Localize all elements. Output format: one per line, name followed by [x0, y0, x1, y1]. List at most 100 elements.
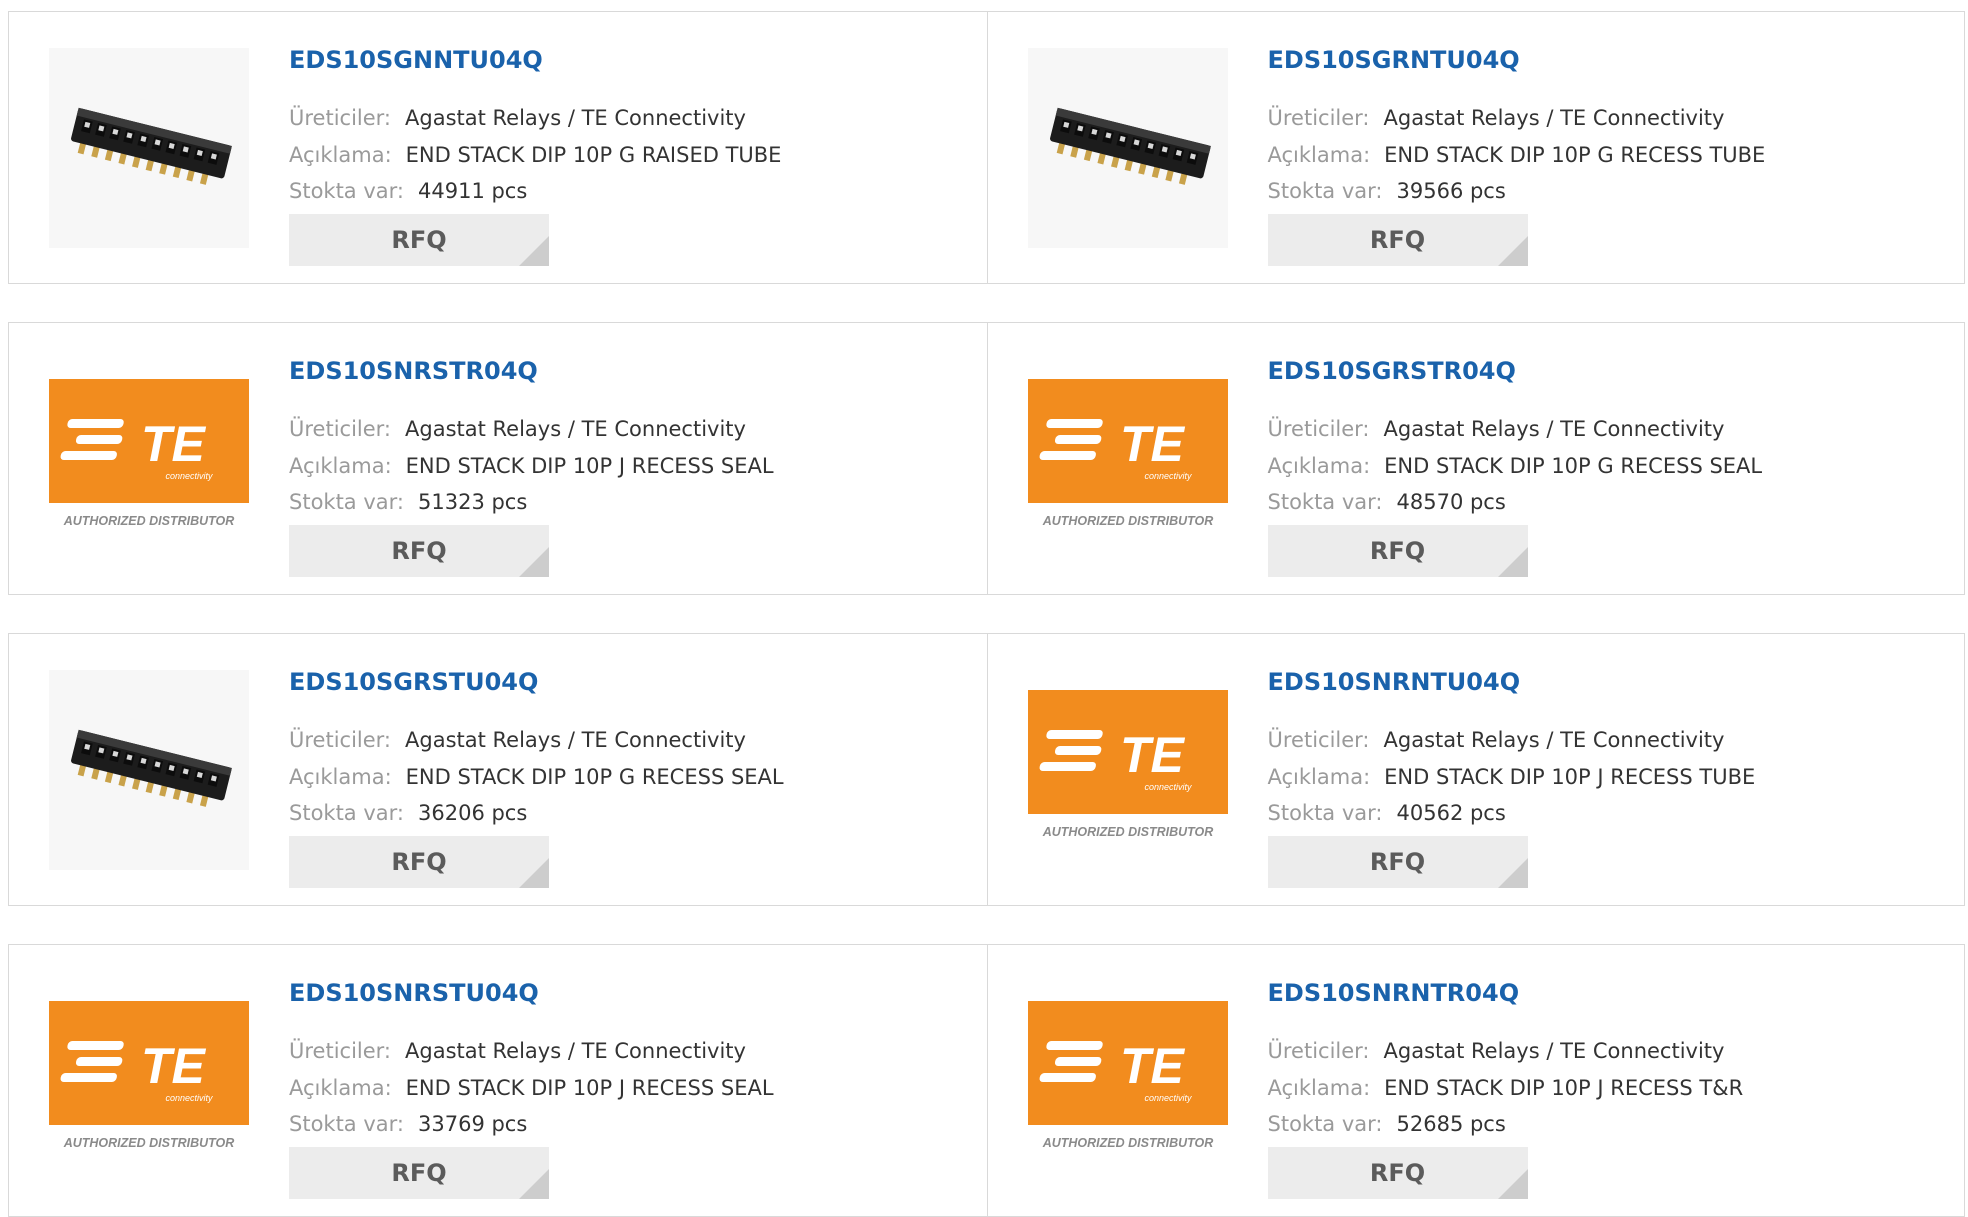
manufacturer-line: Üreticiler: Agastat Relays / TE Connectiv…: [1268, 419, 1725, 440]
stock-value: 36206 pcs: [418, 801, 528, 825]
description-label: Açıklama:: [289, 143, 392, 167]
rfq-corner-decoration: [1497, 858, 1528, 888]
product-card: TE connectivity AUTHORIZED DISTRIBUTOR EDS…: [9, 323, 987, 594]
te-authorized-logo-icon: TEconnectivity AUTHORIZED DISTRIBUTOR: [49, 1001, 249, 1150]
product-card: TE connectivity AUTHORIZED DISTRIBUTOR EDS…: [986, 945, 1965, 1216]
svg-text:TE: TE: [141, 416, 207, 472]
svg-text:TE: TE: [1120, 727, 1186, 783]
rfq-button[interactable]: RFQ: [1267, 1147, 1528, 1199]
description-label: Açıklama:: [1267, 765, 1371, 789]
manufacturer-line: Üreticiler: Agastat Relays / TE Connectiv…: [1268, 108, 1725, 129]
stock-label: Stokta var:: [1267, 1112, 1383, 1136]
rfq-button[interactable]: RFQ: [1267, 836, 1528, 888]
manufacturer-line: Üreticiler: Agastat Relays / TE Connectiv…: [289, 730, 746, 751]
description-label: Açıklama:: [1267, 1076, 1371, 1100]
manufacturer-value: Agastat Relays / TE Connectivity: [1383, 417, 1725, 441]
rfq-corner-decoration: [519, 1169, 549, 1199]
product-title-link[interactable]: EDS10SGRNTU04Q: [1268, 46, 1520, 74]
svg-text:AUTHORIZED DISTRIBUTOR: AUTHORIZED DISTRIBUTOR: [1041, 1136, 1213, 1150]
product-title-link[interactable]: EDS10SNRSTR04Q: [289, 357, 538, 385]
description-line: Açıklama: END STACK DIP 10P J RECESS SEAL: [289, 456, 774, 477]
product-card: TE connectivity AUTHORIZED DISTRIBUTOR EDS…: [986, 323, 1965, 594]
dip-switch-photo-icon: [49, 670, 249, 870]
manufacturer-value: Agastat Relays / TE Connectivity: [405, 728, 746, 752]
manufacturer-value: Agastat Relays / TE Connectivity: [1383, 1039, 1725, 1063]
product-image[interactable]: [1027, 48, 1228, 248]
rfq-button[interactable]: RFQ: [289, 1147, 549, 1199]
product-image[interactable]: TE connectivity AUTHORIZED DISTRIBUTOR: [1027, 670, 1228, 870]
stock-value: 48570 pcs: [1396, 490, 1506, 514]
svg-text:AUTHORIZED DISTRIBUTOR: AUTHORIZED DISTRIBUTOR: [1041, 514, 1213, 528]
description-label: Açıklama:: [1267, 143, 1371, 167]
product-row: TE connectivity AUTHORIZED DISTRIBUTOR EDS…: [8, 322, 1965, 595]
stock-value: 51323 pcs: [418, 490, 528, 514]
manufacturer-value: Agastat Relays / TE Connectivity: [405, 1039, 746, 1063]
rfq-corner-decoration: [1497, 236, 1528, 266]
stock-label: Stokta var:: [289, 801, 404, 825]
description-line: Açıklama: END STACK DIP 10P G RAISED TUBE: [289, 145, 781, 166]
product-card: TE connectivity AUTHORIZED DISTRIBUTOR EDS…: [9, 945, 987, 1216]
description-line: Açıklama: END STACK DIP 10P G RECESS SEAL: [1268, 456, 1763, 477]
rfq-button-label: RFQ: [391, 537, 447, 565]
manufacturer-label: Üreticiler:: [289, 1039, 392, 1063]
product-image[interactable]: [49, 48, 249, 248]
description-line: Açıklama: END STACK DIP 10P J RECESS T&R: [1268, 1078, 1744, 1099]
product-image[interactable]: TE connectivity AUTHORIZED DISTRIBUTOR: [1027, 359, 1228, 559]
product-title-link[interactable]: EDS10SGRSTR04Q: [1268, 357, 1516, 385]
description-label: Açıklama:: [289, 1076, 392, 1100]
rfq-corner-decoration: [519, 236, 549, 266]
manufacturer-line: Üreticiler: Agastat Relays / TE Connectiv…: [289, 419, 746, 440]
svg-text:TE: TE: [1120, 416, 1186, 472]
description-label: Açıklama:: [289, 454, 392, 478]
rfq-button-label: RFQ: [1369, 226, 1426, 254]
manufacturer-label: Üreticiler:: [1267, 417, 1370, 441]
manufacturer-value: Agastat Relays / TE Connectivity: [1383, 106, 1725, 130]
rfq-button[interactable]: RFQ: [289, 836, 549, 888]
stock-label: Stokta var:: [289, 1112, 404, 1136]
product-image[interactable]: TE connectivity AUTHORIZED DISTRIBUTOR: [1027, 981, 1228, 1181]
product-title-link[interactable]: EDS10SNRNTU04Q: [1268, 668, 1521, 696]
product-title-link[interactable]: EDS10SNRNTR04Q: [1268, 979, 1520, 1007]
manufacturer-line: Üreticiler: Agastat Relays / TE Connectiv…: [289, 1041, 746, 1062]
stock-line: Stokta var: 39566 pcs: [1268, 181, 1506, 202]
svg-text:AUTHORIZED DISTRIBUTOR: AUTHORIZED DISTRIBUTOR: [63, 1136, 235, 1150]
product-image[interactable]: [49, 670, 249, 870]
stock-line: Stokta var: 44911 pcs: [289, 181, 527, 202]
product-image[interactable]: TE connectivity AUTHORIZED DISTRIBUTOR: [49, 359, 249, 559]
description-line: Açıklama: END STACK DIP 10P J RECESS SEAL: [289, 1078, 774, 1099]
product-row: TE connectivity AUTHORIZED DISTRIBUTOR EDS…: [8, 944, 1965, 1217]
description-line: Açıklama: END STACK DIP 10P G RECESS TUBE: [1268, 145, 1766, 166]
svg-text:TE: TE: [141, 1038, 207, 1094]
description-value: END STACK DIP 10P J RECESS TUBE: [1384, 765, 1756, 789]
rfq-button[interactable]: RFQ: [289, 525, 549, 577]
description-line: Açıklama: END STACK DIP 10P J RECESS TUBE: [1268, 767, 1756, 788]
description-label: Açıklama:: [289, 765, 392, 789]
stock-value: 33769 pcs: [418, 1112, 528, 1136]
product-row: EDS10SGNNTU04Q Üreticiler: Agastat Relays…: [8, 11, 1965, 284]
svg-text:connectivity: connectivity: [1144, 782, 1192, 792]
product-card: EDS10SGRNTU04Q Üreticiler: Agastat Relays…: [986, 12, 1965, 283]
stock-line: Stokta var: 48570 pcs: [1268, 492, 1506, 513]
stock-value: 44911 pcs: [418, 179, 528, 203]
product-title-link[interactable]: EDS10SNRSTU04Q: [289, 979, 539, 1007]
svg-text:TE: TE: [1120, 1038, 1186, 1094]
stock-line: Stokta var: 36206 pcs: [289, 803, 527, 824]
rfq-button[interactable]: RFQ: [289, 214, 549, 266]
description-value: END STACK DIP 10P G RECESS TUBE: [1384, 143, 1766, 167]
manufacturer-label: Üreticiler:: [1267, 728, 1370, 752]
stock-line: Stokta var: 40562 pcs: [1268, 803, 1506, 824]
stock-line: Stokta var: 33769 pcs: [289, 1114, 527, 1135]
product-image[interactable]: TE connectivity AUTHORIZED DISTRIBUTOR: [49, 981, 249, 1181]
description-value: END STACK DIP 10P G RECESS SEAL: [1384, 454, 1763, 478]
rfq-button[interactable]: RFQ: [1267, 214, 1528, 266]
product-title-link[interactable]: EDS10SGRSTU04Q: [289, 668, 538, 696]
dip-switch-photo-icon: [49, 48, 249, 248]
manufacturer-line: Üreticiler: Agastat Relays / TE Connectiv…: [289, 108, 746, 129]
stock-line: Stokta var: 51323 pcs: [289, 492, 527, 513]
rfq-button[interactable]: RFQ: [1267, 525, 1528, 577]
rfq-corner-decoration: [1497, 1169, 1528, 1199]
product-card: TE connectivity AUTHORIZED DISTRIBUTOR EDS…: [986, 634, 1965, 905]
rfq-button-label: RFQ: [391, 848, 447, 876]
product-title-link[interactable]: EDS10SGNNTU04Q: [289, 46, 543, 74]
svg-text:AUTHORIZED DISTRIBUTOR: AUTHORIZED DISTRIBUTOR: [63, 514, 235, 528]
